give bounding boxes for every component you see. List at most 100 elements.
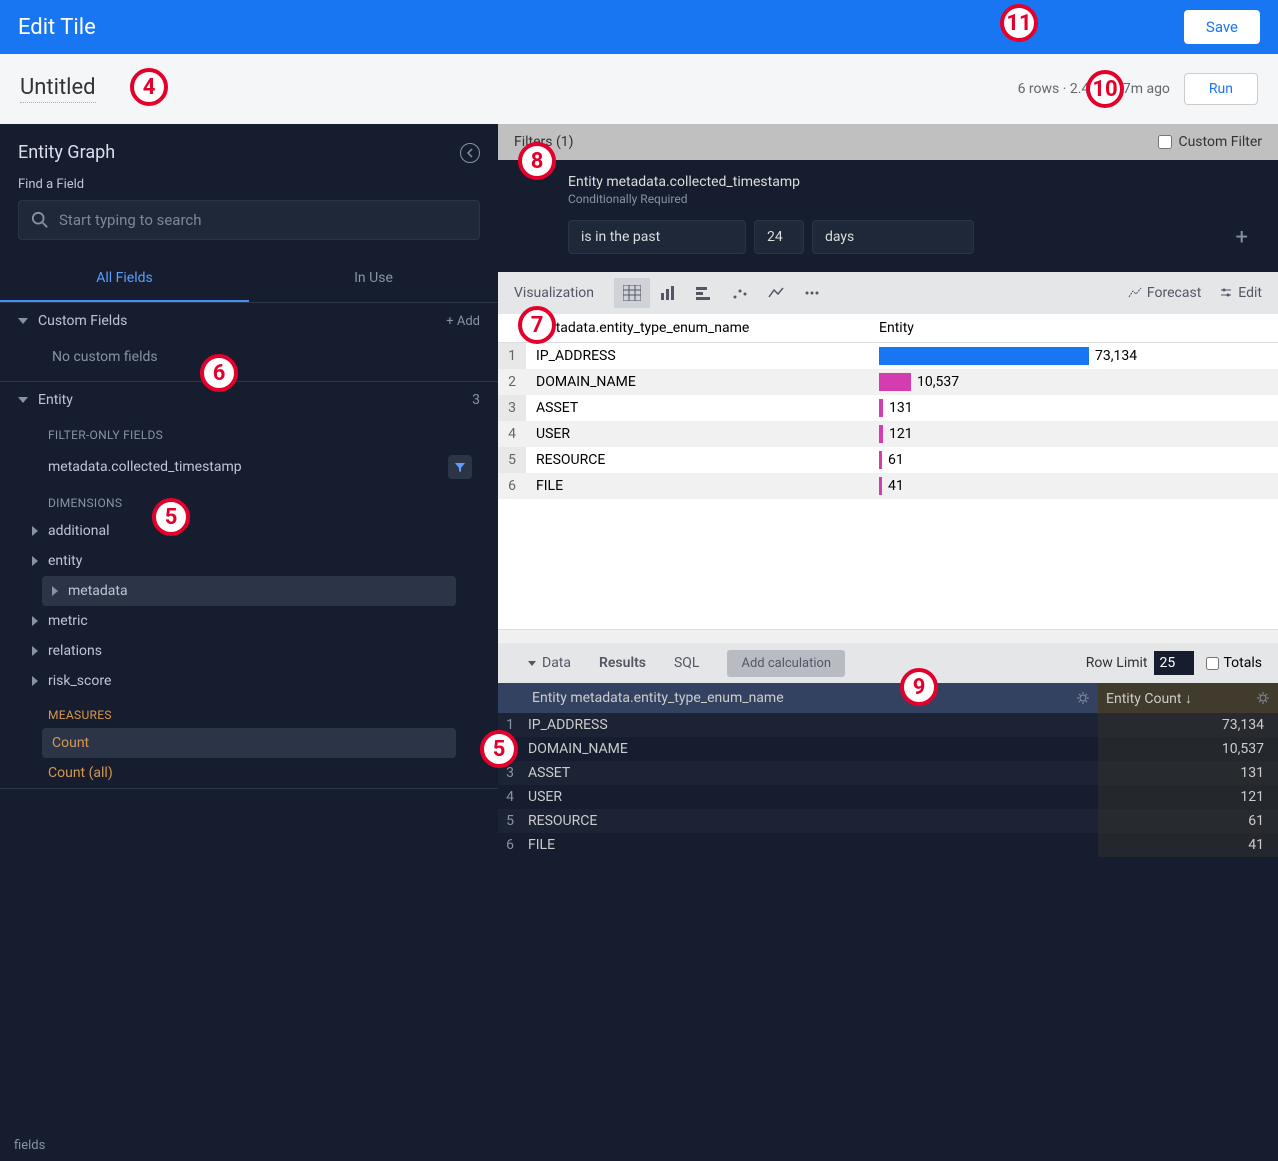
row-number: 4 (498, 421, 526, 447)
entity-label: Entity (38, 392, 73, 408)
results-col1-header[interactable]: Entity metadata.entity_type_enum_name (498, 690, 1098, 706)
viz-scatter-icon[interactable] (722, 278, 758, 308)
entity-type-cell[interactable]: FILE (526, 473, 869, 499)
entity-count: 3 (472, 392, 480, 408)
forecast-icon (1128, 287, 1142, 299)
dimension-entity[interactable]: entity (0, 546, 498, 576)
save-button[interactable]: Save (1184, 10, 1260, 44)
row-limit-input[interactable] (1154, 651, 1194, 675)
viz-bar-icon[interactable] (650, 278, 686, 308)
search-box[interactable] (18, 200, 480, 240)
dimension-relations[interactable]: relations (0, 636, 498, 666)
tab-in-use[interactable]: In Use (249, 256, 498, 302)
sql-tab[interactable]: SQL (660, 643, 713, 683)
viz-actions: Forecast Edit (1128, 285, 1262, 301)
filter-unit-select[interactable]: days (812, 220, 974, 254)
custom-filter-checkbox[interactable] (1158, 135, 1172, 149)
custom-filter-toggle[interactable]: Custom Filter (1158, 134, 1262, 150)
entity-bar-cell[interactable]: 41 (869, 473, 1278, 499)
field-tabs: All Fields In Use (0, 256, 498, 303)
search-input[interactable] (59, 211, 467, 229)
results-panel: Entity metadata.entity_type_enum_name En… (498, 683, 1278, 857)
tab-all-fields[interactable]: All Fields (0, 256, 249, 302)
dimension-metadata[interactable]: metadata (42, 576, 456, 606)
filter-only-label: FILTER-ONLY FIELDS (0, 418, 498, 448)
data-tab[interactable]: Data (514, 643, 585, 683)
entity-bar-cell[interactable]: 73,134 (869, 343, 1278, 370)
search-wrap (0, 200, 498, 256)
sidebar-header: Entity Graph (0, 124, 498, 177)
viz-line-icon[interactable] (758, 278, 794, 308)
filter-indicator-icon[interactable] (448, 455, 472, 479)
dimension-additional[interactable]: additional (0, 516, 498, 546)
edit-viz-button[interactable]: Edit (1219, 285, 1262, 301)
entity-header[interactable]: Entity 3 (0, 382, 498, 418)
run-button[interactable]: Run (1184, 73, 1258, 105)
custom-fields-header[interactable]: Custom Fields + Add (0, 303, 498, 339)
filter-value-input[interactable] (754, 220, 804, 254)
topbar-title: Edit Tile (18, 15, 96, 40)
add-custom-field-button[interactable]: + Add (446, 314, 480, 329)
callout-5: 5 (152, 498, 190, 536)
entity-bar-cell[interactable]: 10,537 (869, 369, 1278, 395)
add-filter-icon[interactable]: + (1226, 225, 1258, 250)
viz-col1-header[interactable]: metadata.entity_type_enum_name (526, 314, 869, 343)
entity-bar-cell[interactable]: 61 (869, 447, 1278, 473)
results-value-cell: 61 (1098, 809, 1278, 833)
results-value-cell: 41 (1098, 833, 1278, 857)
viz-row: 1IP_ADDRESS73,134 (498, 343, 1278, 370)
topbar: Edit Tile Save (0, 0, 1278, 54)
filter-field-sublabel: Conditionally Required (568, 192, 1258, 206)
callout-9: 9 (900, 668, 938, 706)
totals-checkbox[interactable] (1206, 657, 1219, 670)
entity-type-cell[interactable]: USER (526, 421, 869, 447)
viz-scrollbar[interactable] (498, 629, 1278, 643)
results-row[interactable]: 5RESOURCE61 (498, 809, 1278, 833)
results-value-cell: 73,134 (1098, 713, 1278, 737)
entity-bar-cell[interactable]: 121 (869, 421, 1278, 447)
filter-controls: is in the past days + (568, 220, 1258, 254)
filter-field-row[interactable]: metadata.collected_timestamp (0, 448, 498, 486)
results-row[interactable]: 3ASSET131 (498, 761, 1278, 785)
totals-toggle[interactable]: Totals (1206, 655, 1263, 671)
measure-row[interactable]: Count (42, 728, 456, 758)
results-row[interactable]: 1IP_ADDRESS73,134 (498, 713, 1278, 737)
forecast-button[interactable]: Forecast (1128, 285, 1201, 301)
results-row[interactable]: 6FILE41 (498, 833, 1278, 857)
filter-operator-select[interactable]: is in the past (568, 220, 746, 254)
entity-type-cell[interactable]: ASSET (526, 395, 869, 421)
viz-label[interactable]: Visualization (514, 285, 594, 301)
viz-panel: metadata.entity_type_enum_name Entity 1I… (498, 314, 1278, 643)
dimension-risk_score[interactable]: risk_score (0, 666, 498, 696)
add-calculation-button[interactable]: Add calculation (727, 650, 845, 677)
entity-type-cell[interactable]: IP_ADDRESS (526, 343, 869, 370)
entity-type-cell[interactable]: DOMAIN_NAME (526, 369, 869, 395)
filters-bar[interactable]: Filters (1) Custom Filter (498, 124, 1278, 160)
viz-row: 4USER121 (498, 421, 1278, 447)
viz-table-icon[interactable] (614, 278, 650, 308)
tile-title[interactable]: Untitled (20, 75, 96, 103)
results-row[interactable]: 4USER121 (498, 785, 1278, 809)
results-header: Entity metadata.entity_type_enum_name En… (498, 683, 1278, 713)
results-row[interactable]: 2DOMAIN_NAME10,537 (498, 737, 1278, 761)
entity-bar-cell[interactable]: 131 (869, 395, 1278, 421)
row-limit-label: Row Limit (1086, 655, 1148, 671)
custom-fields-section: Custom Fields + Add No custom fields (0, 303, 498, 382)
collapse-sidebar-icon[interactable] (460, 143, 480, 163)
gear-icon[interactable] (1256, 691, 1270, 705)
viz-type-icons (614, 278, 830, 308)
caret-right-icon (32, 646, 38, 656)
viz-column-icon[interactable] (686, 278, 722, 308)
measure-row[interactable]: Count (all) (0, 758, 498, 788)
entity-type-cell[interactable]: RESOURCE (526, 447, 869, 473)
callout-5b: 5 (480, 730, 518, 768)
row-number: 6 (498, 473, 526, 499)
gear-icon[interactable] (1076, 691, 1090, 705)
results-col2-header[interactable]: Entity Count ↓ (1098, 683, 1278, 713)
viz-col2-header[interactable]: Entity (869, 314, 1278, 343)
sliders-icon (1219, 287, 1233, 299)
dimension-metric[interactable]: metric (0, 606, 498, 636)
results-tab[interactable]: Results (585, 643, 660, 683)
viz-more-icon[interactable] (794, 278, 830, 308)
row-number: 3 (498, 395, 526, 421)
